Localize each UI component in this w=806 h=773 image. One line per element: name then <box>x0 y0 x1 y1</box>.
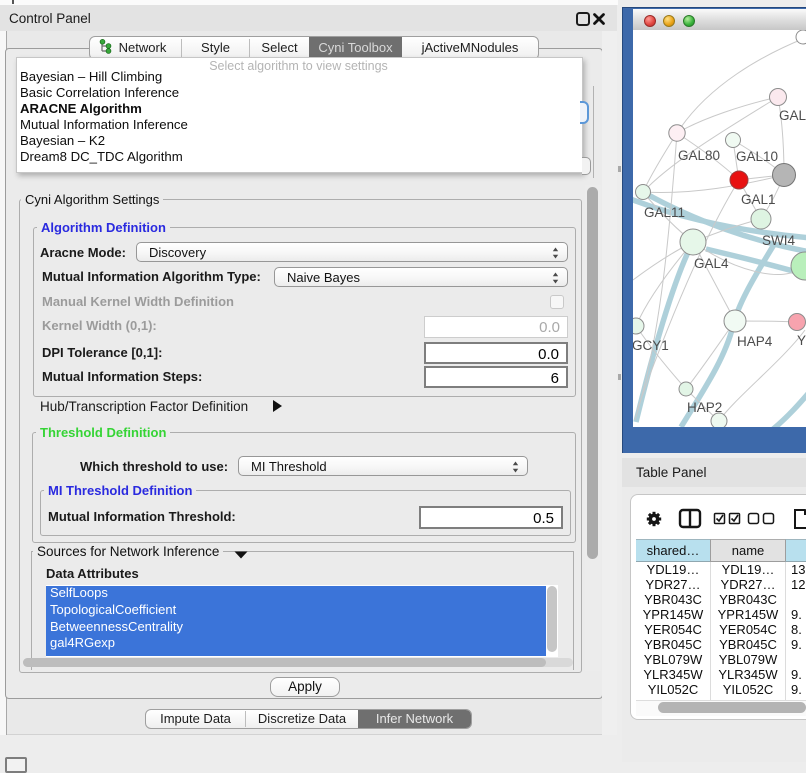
svg-text:GAL11: GAL11 <box>644 205 685 220</box>
svg-text:HAP4: HAP4 <box>737 334 773 349</box>
svg-text:Y: Y <box>797 333 806 348</box>
svg-text:HAP2: HAP2 <box>687 400 722 415</box>
svg-text:GAL10: GAL10 <box>736 149 778 164</box>
svg-text:SWI4: SWI4 <box>762 233 795 248</box>
svg-text:GAL80: GAL80 <box>678 148 720 163</box>
svg-text:GAL: GAL <box>779 108 806 123</box>
svg-text:GAL4: GAL4 <box>694 256 729 271</box>
svg-text:GCY1: GCY1 <box>633 338 669 353</box>
svg-text:GAL1: GAL1 <box>741 192 776 207</box>
